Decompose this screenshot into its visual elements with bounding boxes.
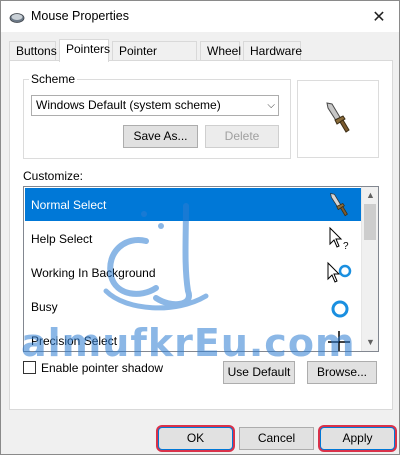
sword-cursor-icon (330, 193, 348, 217)
list-item-normal-select[interactable]: Normal Select (25, 188, 362, 221)
use-default-button[interactable]: Use Default (223, 361, 295, 384)
scroll-up-icon[interactable]: ▲ (362, 187, 378, 204)
customize-label: Customize: (23, 169, 84, 183)
svg-text:?: ? (343, 241, 349, 252)
list-item-label: Busy (31, 300, 58, 314)
list-item-label: Normal Select (31, 198, 107, 212)
list-item-label: Working In Background (31, 266, 156, 280)
ok-button[interactable]: OK (158, 427, 233, 450)
close-icon: ✕ (372, 8, 386, 26)
enable-pointer-shadow-label: Enable pointer shadow (41, 361, 164, 375)
delete-button[interactable]: Delete (205, 125, 279, 148)
scrollbar-thumb[interactable] (364, 204, 376, 240)
working-background-cursor-icon (327, 261, 352, 283)
tab-pointers[interactable]: Pointers (59, 39, 110, 62)
scroll-down-icon[interactable]: ▼ (362, 334, 378, 351)
mouse-icon (9, 13, 25, 23)
list-item-label: Help Select (31, 232, 93, 246)
tab-hardware[interactable]: Hardware (243, 41, 302, 61)
sword-cursor-icon (326, 102, 350, 133)
window-title: Mouse Properties (31, 9, 129, 23)
enable-pointer-shadow-checkbox[interactable] (23, 361, 36, 374)
chevron-down-icon: ⌵ (267, 100, 275, 111)
list-scrollbar[interactable]: ▲ ▼ (361, 187, 378, 351)
list-item-precision-select[interactable]: Precision Select (25, 324, 362, 351)
list-item-working-in-background[interactable]: Working In Background (25, 256, 362, 289)
list-item-busy[interactable]: Busy (25, 290, 362, 323)
crosshair-cursor-icon (328, 331, 350, 351)
help-select-cursor-icon: ? (329, 226, 349, 252)
list-item-label: Precision Select (31, 334, 118, 348)
mouse-properties-window: Mouse Properties ✕ Buttons Pointers Poin… (0, 0, 400, 455)
save-as-button[interactable]: Save As... (123, 125, 198, 148)
cancel-button[interactable]: Cancel (239, 427, 314, 450)
tab-buttons[interactable]: Buttons (9, 41, 57, 61)
scheme-dropdown[interactable]: Windows Default (system scheme) ⌵ (31, 95, 279, 116)
tab-wheel[interactable]: Wheel (200, 41, 241, 61)
tab-pointer-options[interactable]: Pointer Options (112, 41, 197, 76)
scheme-label: Scheme (29, 72, 78, 86)
cursor-preview (297, 80, 379, 158)
busy-ring-cursor-icon (331, 300, 349, 318)
browse-button[interactable]: Browse... (307, 361, 377, 384)
list-item-help-select[interactable]: Help Select ? (25, 222, 362, 255)
title-bar: Mouse Properties ✕ (1, 1, 399, 32)
apply-button[interactable]: Apply (320, 427, 395, 450)
customize-list[interactable]: Normal Select Help Select ? Working In B… (23, 186, 379, 352)
close-button[interactable]: ✕ (359, 1, 399, 32)
scheme-dropdown-value: Windows Default (system scheme) (36, 98, 221, 112)
